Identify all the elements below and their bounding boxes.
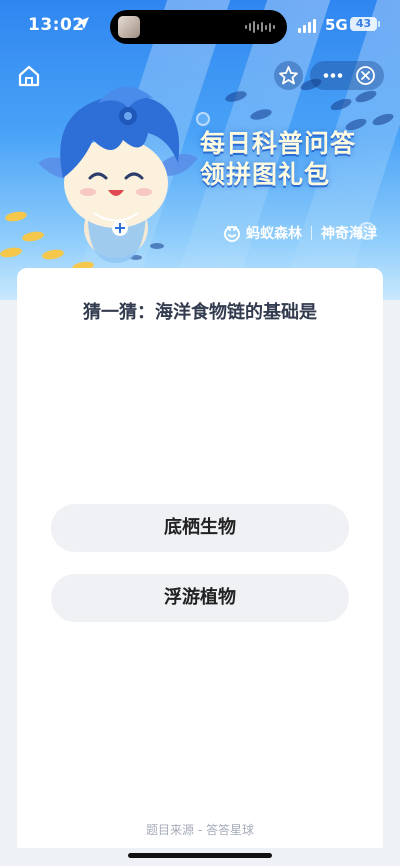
brand-ant-forest: 蚂蚁森林: [246, 226, 302, 242]
fish: [0, 246, 23, 259]
quiz-card: 猜一猜：海洋食物链的基础是 底栖生物 浮游植物 题目来源 - 答答星球: [17, 268, 383, 848]
now-playing-thumbnail: [118, 16, 140, 38]
question-source: 题目来源 - 答答星球: [146, 823, 254, 837]
status-bar: 13:02 5G 43: [0, 0, 400, 54]
answer-option[interactable]: 底栖生物: [51, 504, 349, 552]
favorite-button[interactable]: [274, 61, 303, 90]
signal-strength-icon: [298, 19, 316, 33]
audio-waveform-icon: [245, 21, 275, 33]
network-type: 5G: [325, 16, 348, 34]
mascot-illustration: [38, 86, 198, 263]
brand-row: 蚂蚁森林 神奇海洋: [222, 221, 377, 245]
home-indicator[interactable]: [128, 853, 272, 858]
answer-option[interactable]: 浮游植物: [51, 574, 349, 622]
brand-divider: [311, 226, 312, 240]
dynamic-island[interactable]: [110, 10, 287, 44]
battery-indicator: 43: [350, 17, 380, 31]
banner-title-line2: 领拼图礼包: [200, 160, 331, 189]
more-dots-icon[interactable]: [320, 61, 346, 90]
banner-title-line1: 每日科普问答: [200, 129, 357, 158]
home-icon[interactable]: [16, 64, 42, 88]
fish: [4, 210, 28, 223]
star-icon: [279, 66, 298, 85]
quiz-question: 猜一猜：海洋食物链的基础是: [83, 302, 317, 323]
banner-title: 每日科普问答 领拼图礼包: [200, 128, 390, 190]
location-arrow-icon: [77, 17, 89, 29]
brand-magic-ocean: 神奇海洋: [321, 226, 377, 242]
mini-app-capsule: [310, 61, 384, 90]
ant-forest-icon: [224, 226, 240, 242]
close-icon[interactable]: [355, 65, 376, 86]
